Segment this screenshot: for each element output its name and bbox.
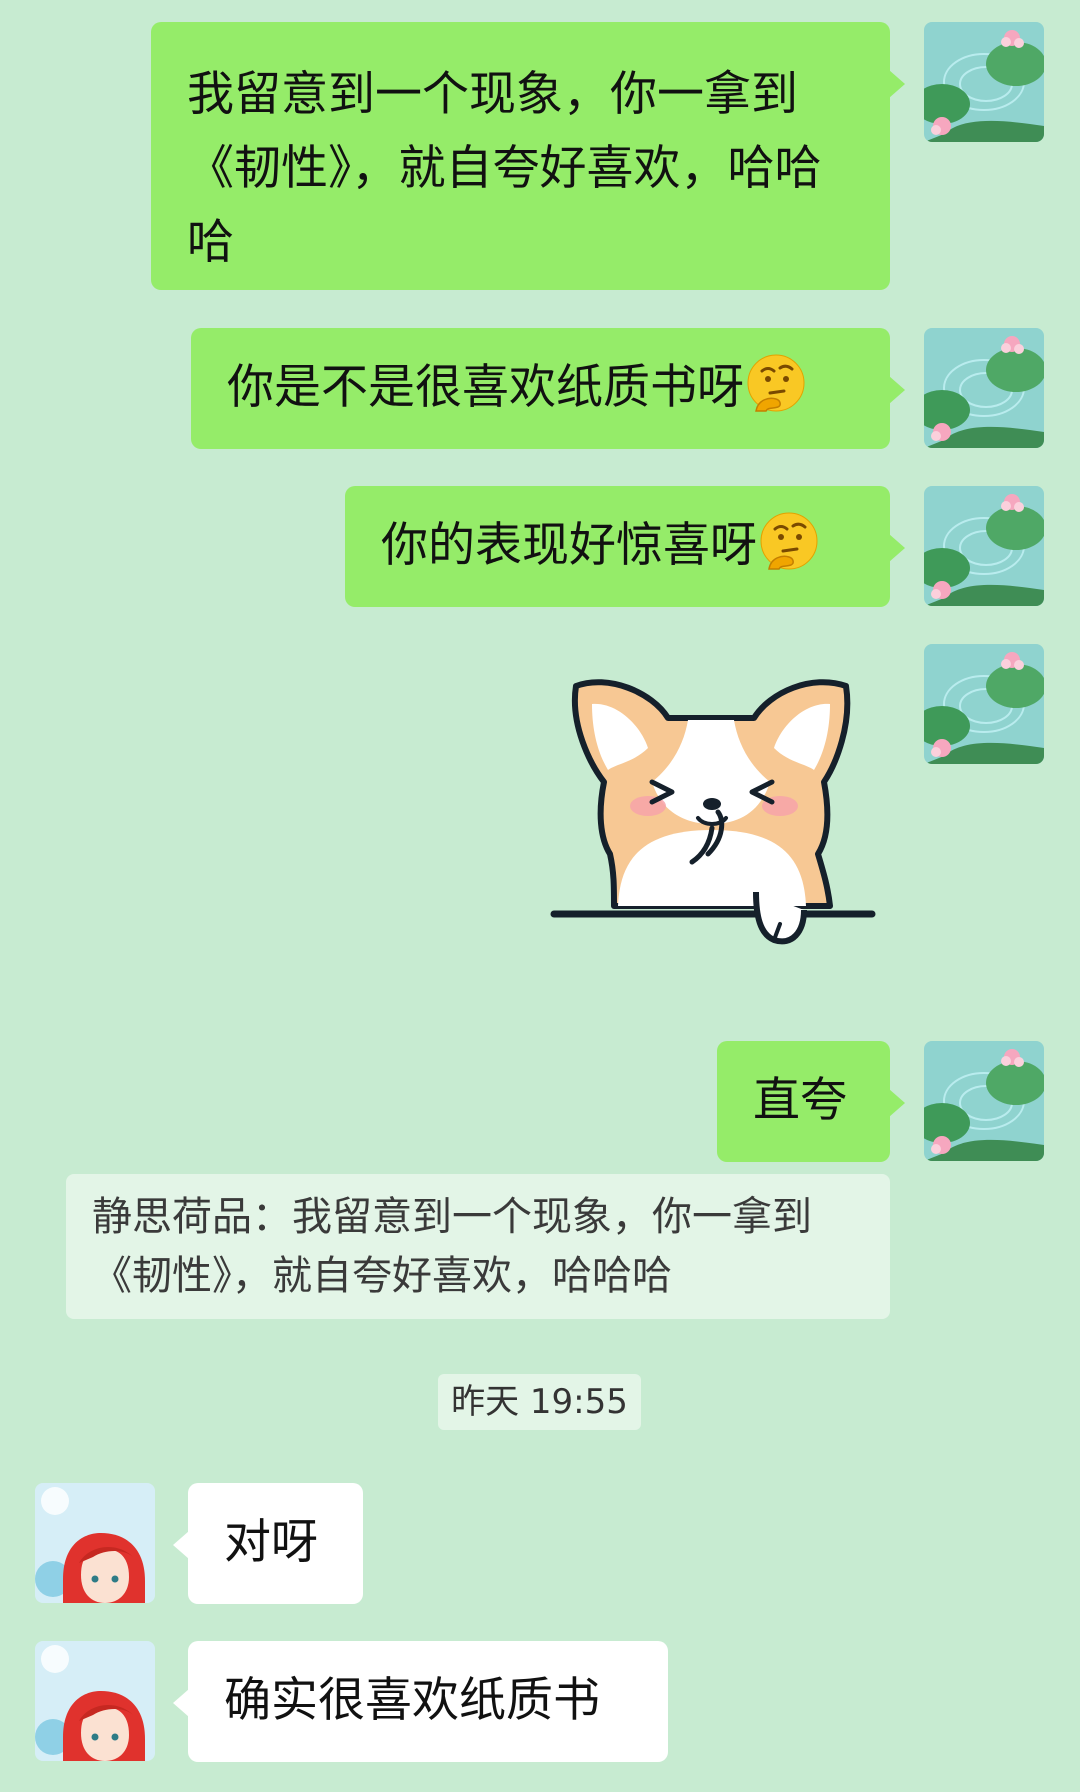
thinking-face-emoji-icon: [759, 511, 819, 571]
message-text: 你是不是很喜欢纸质书呀: [227, 360, 744, 415]
sent-message-bubble[interactable]: 你是不是很喜欢纸质书呀: [191, 328, 905, 449]
message-text: 你的表现好惊喜呀: [381, 518, 757, 573]
self-avatar[interactable]: [924, 328, 1044, 448]
sent-message-bubble[interactable]: 你的表现好惊喜呀: [345, 486, 905, 607]
message-text: 确实很喜欢纸质书: [224, 1673, 600, 1728]
message-text: 直夸: [753, 1073, 847, 1128]
contact-avatar[interactable]: [35, 1483, 155, 1603]
lotus-pond-avatar-image: [924, 22, 1044, 142]
received-message-bubble[interactable]: 确实很喜欢纸质书: [173, 1641, 668, 1762]
quote-separator: ：: [252, 1194, 292, 1240]
message-text: 我留意到一个现象，你一拿到《韧性》，就自夸好喜欢，哈哈哈: [187, 67, 822, 270]
corgi-thinking-sticker[interactable]: [548, 678, 878, 950]
self-avatar[interactable]: [924, 22, 1044, 142]
red-hair-girl-avatar-image: [35, 1483, 155, 1603]
self-avatar[interactable]: [924, 486, 1044, 606]
quote-sender: 静思荷品: [92, 1194, 252, 1240]
thinking-face-emoji-icon: [746, 353, 806, 413]
red-hair-girl-avatar-image: [35, 1641, 155, 1761]
timestamp-label: 昨天 19:55: [438, 1374, 641, 1430]
quoted-message[interactable]: 静思荷品：我留意到一个现象，你一拿到《韧性》，就自夸好喜欢，哈哈哈: [66, 1174, 890, 1319]
lotus-pond-avatar-image: [924, 486, 1044, 606]
corgi-sticker-image: [550, 679, 876, 945]
self-avatar[interactable]: [924, 644, 1044, 764]
contact-avatar[interactable]: [35, 1641, 155, 1761]
lotus-pond-avatar-image: [924, 328, 1044, 448]
sent-message-bubble[interactable]: 直夸: [717, 1041, 905, 1162]
lotus-pond-avatar-image: [924, 1041, 1044, 1161]
lotus-pond-avatar-image: [924, 644, 1044, 764]
sent-message-bubble[interactable]: 我留意到一个现象，你一拿到《韧性》，就自夸好喜欢，哈哈哈: [151, 22, 905, 290]
received-message-bubble[interactable]: 对呀: [173, 1483, 363, 1604]
message-text: 对呀: [224, 1515, 318, 1570]
self-avatar[interactable]: [924, 1041, 1044, 1161]
